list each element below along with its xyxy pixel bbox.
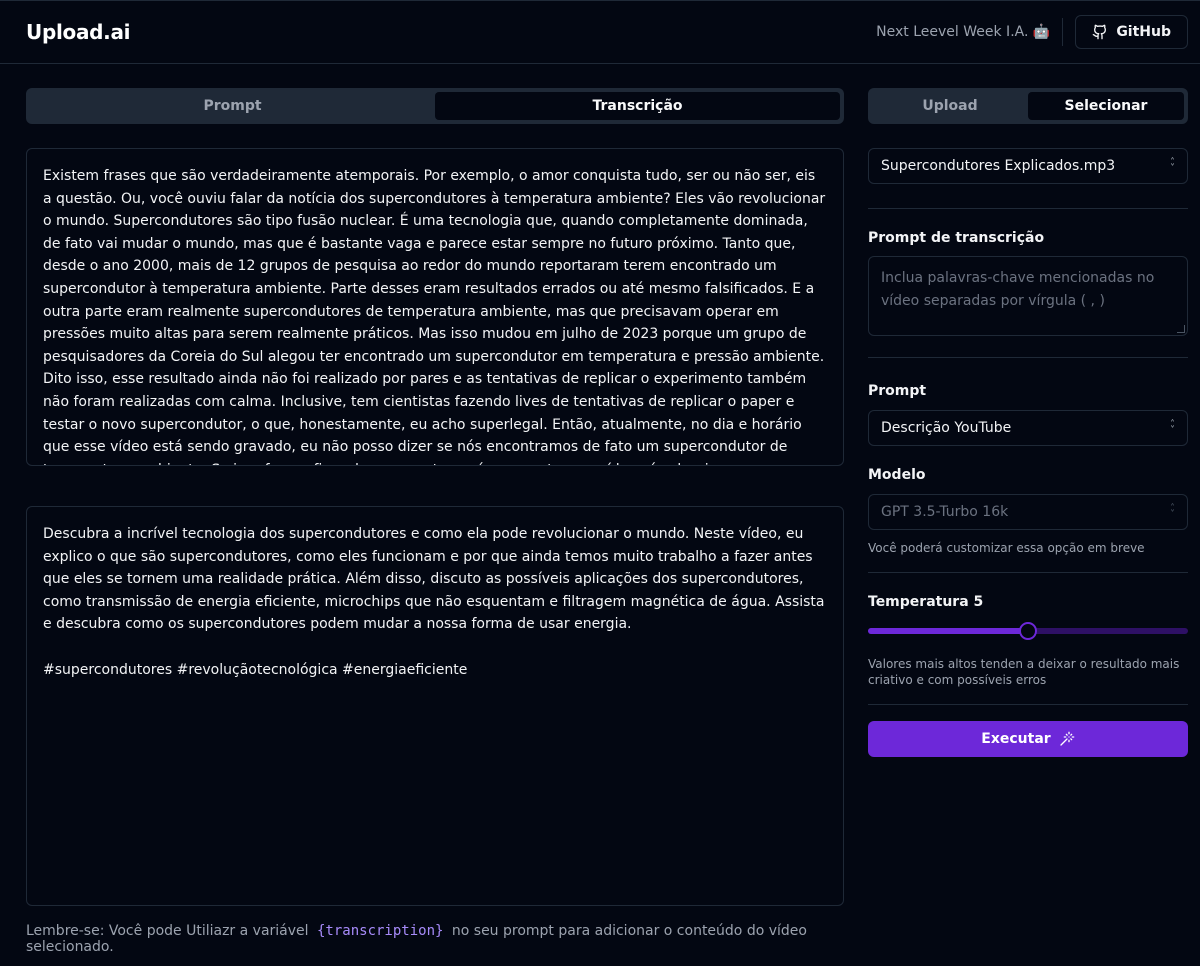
hint-variable: {transcription} [317,923,444,939]
model-note: Você poderá customizar essa opção em bre… [868,541,1145,555]
app-logo: Upload.ai [26,20,131,44]
chevron-up-down-icon: ˄ ˅ [1170,503,1175,520]
divider [868,357,1188,358]
transcription-prompt-label: Prompt de transcrição [868,230,1045,246]
transcription-prompt-placeholder: Inclua palavras-chave mencionadas no víd… [881,270,1155,309]
divider [868,704,1188,705]
resize-handle[interactable] [1177,325,1185,333]
divider [868,572,1188,573]
prompt-select[interactable]: Descrição YouTube ˄ ˅ [868,410,1188,446]
hint-text-before: Lembre-se: Você pode Utiliazr a variável [26,923,309,939]
magic-wand-icon [1060,731,1075,746]
temperature-slider[interactable] [868,620,1188,640]
github-icon [1092,24,1107,40]
model-label: Modelo [868,467,926,483]
main-content: Prompt Transcrição Existem frases que sã… [0,64,1200,955]
prompt-select-value: Descrição YouTube [881,420,1012,436]
tab-upload[interactable]: Upload [872,92,1028,120]
transcription-prompt-input[interactable]: Inclua palavras-chave mencionadas no víd… [868,256,1188,336]
header-divider [1062,18,1064,46]
right-tabs: Upload Selecionar [868,88,1188,124]
video-select-value: Supercondutores Explicados.mp3 [881,158,1116,174]
temperature-note: Valores mais altos tenden a deixar o res… [868,657,1180,687]
chevron-up-down-icon: ˄ ˅ [1170,157,1175,174]
execute-button[interactable]: Executar [868,721,1188,757]
made-with-text: Next Leevel Week I.A. 🤖 [876,24,1051,40]
result-textarea[interactable]: Descubra a incrível tecnologia dos super… [26,506,844,906]
github-button[interactable]: GitHub [1075,15,1188,49]
github-label: GitHub [1116,24,1171,40]
execute-label: Executar [981,731,1051,747]
left-tabs: Prompt Transcrição [26,88,844,124]
transcription-hint: Lembre-se: Você pode Utiliazr a variável… [26,923,844,955]
app-header: Upload.ai Next Leevel Week I.A. 🤖 GitHub [0,0,1200,64]
tab-select[interactable]: Selecionar [1028,92,1184,120]
transcription-textarea[interactable]: Existem frases que são verdadeiramente a… [26,148,844,466]
video-select[interactable]: Supercondutores Explicados.mp3 ˄ ˅ [868,148,1188,184]
model-select-value: GPT 3.5-Turbo 16k [881,504,1009,520]
right-panel: Upload Selecionar Supercondutores Explic… [868,88,1188,955]
divider [868,208,1188,209]
tab-prompt[interactable]: Prompt [30,92,435,120]
temperature-label: Temperatura 5 [868,594,984,610]
header-actions: Next Leevel Week I.A. 🤖 GitHub [876,1,1188,63]
left-panel: Prompt Transcrição Existem frases que sã… [26,88,844,955]
slider-thumb[interactable] [1019,622,1037,640]
slider-range [868,628,1028,634]
prompt-label: Prompt [868,383,927,399]
model-select: GPT 3.5-Turbo 16k ˄ ˅ [868,494,1188,530]
tab-transcription[interactable]: Transcrição [435,92,840,120]
chevron-up-down-icon: ˄ ˅ [1170,419,1175,436]
